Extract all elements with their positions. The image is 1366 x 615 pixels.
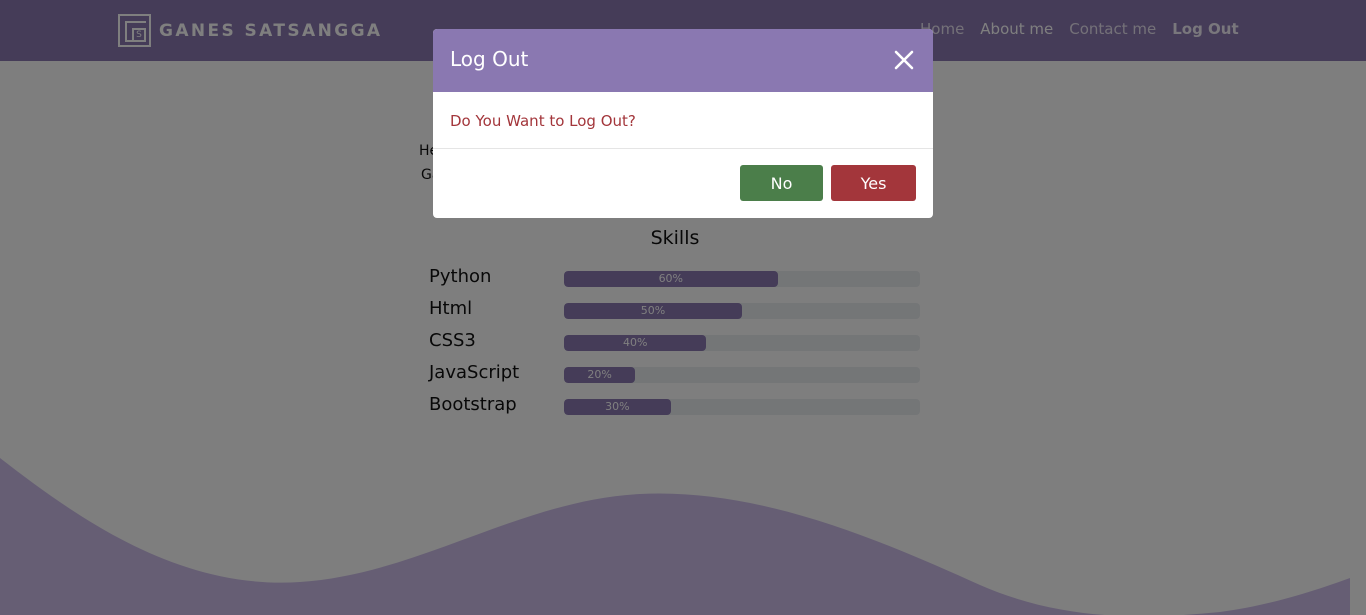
modal-footer: No Yes — [433, 149, 933, 218]
modal-question: Do You Want to Log Out? — [450, 112, 636, 130]
no-button[interactable]: No — [740, 165, 823, 201]
close-icon[interactable] — [893, 49, 915, 71]
modal-title: Log Out — [450, 47, 529, 71]
yes-button[interactable]: Yes — [831, 165, 916, 201]
logout-modal: Log Out Do You Want to Log Out? No Yes — [433, 29, 933, 218]
modal-header: Log Out — [433, 29, 933, 92]
modal-body: Do You Want to Log Out? — [433, 92, 933, 149]
